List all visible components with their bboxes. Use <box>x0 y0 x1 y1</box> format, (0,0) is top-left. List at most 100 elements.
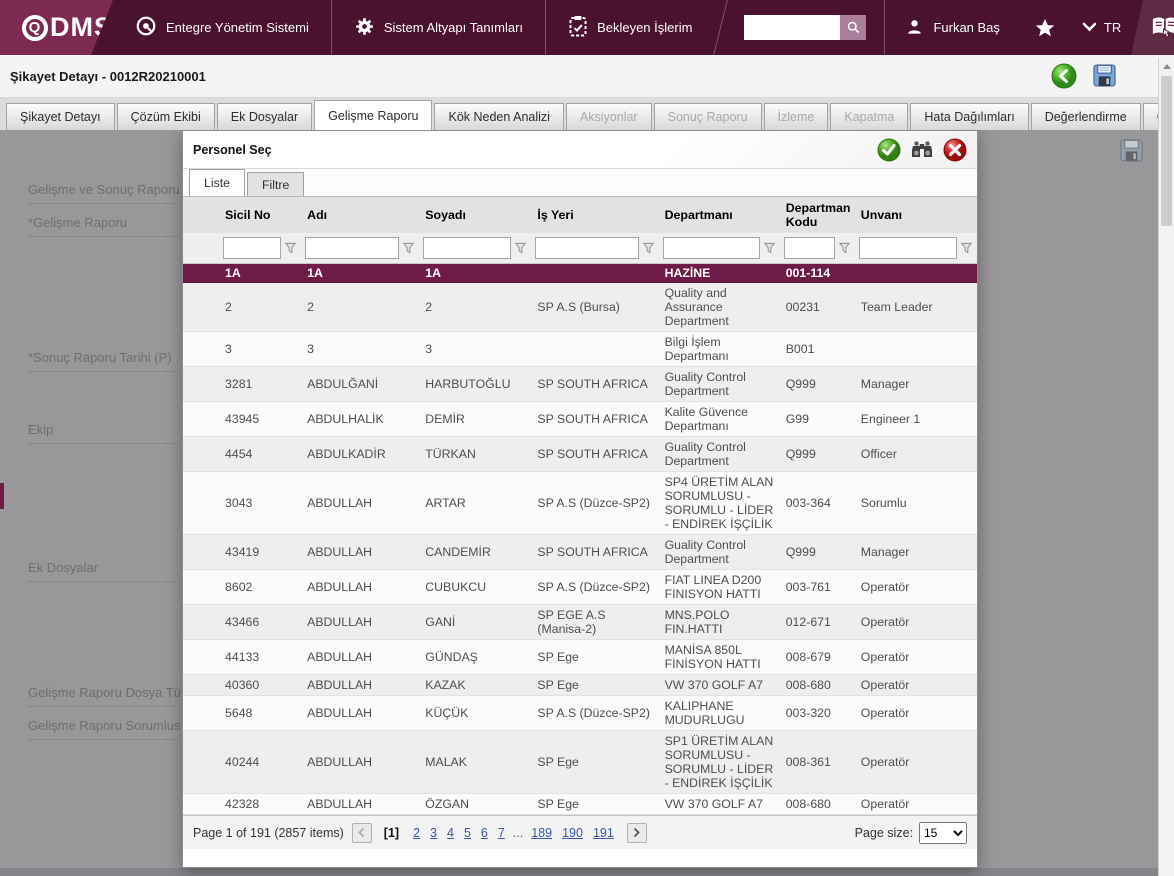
tab-de-erlendirme[interactable]: Değerlendirme <box>1030 103 1141 130</box>
filter-funnel-icon[interactable] <box>763 241 776 255</box>
filter-input-i-yeri[interactable] <box>535 237 639 259</box>
help-book-button[interactable] <box>1131 0 1174 55</box>
column-header-sicil-no[interactable]: Sicil No <box>219 197 302 233</box>
column-header-unvan[interactable]: Unvanı <box>854 197 977 233</box>
column-header-departman-kodu[interactable]: Departman Kodu <box>779 197 855 233</box>
indent-cell <box>183 604 220 640</box>
table-row[interactable]: 43945 ABDULHALİK DEMİR SP SOUTH AFRICA Kalit… <box>183 401 977 437</box>
dialog-tab-bar: Liste Filtre <box>183 169 977 197</box>
pager-page-3[interactable]: 3 <box>430 826 437 840</box>
pager-page-7[interactable]: 7 <box>498 826 505 840</box>
table-cell: SP A.S (Düzce-SP2) <box>531 569 659 605</box>
nav-item-bekleyen-islerim[interactable]: Bekleyen İşlerim <box>546 0 714 55</box>
filter-input-ad[interactable] <box>305 237 400 259</box>
pager-page-2[interactable]: 2 <box>413 826 420 840</box>
back-button[interactable] <box>1051 63 1077 89</box>
table-row[interactable]: 3 3 3 Bilgi İşlem Departmanı B001 <box>183 331 977 367</box>
pager-page-190[interactable]: 190 <box>562 826 583 840</box>
tab-ek-dosyalar[interactable]: Ek Dosyalar <box>216 103 313 130</box>
table-cell: VW 370 GOLF A7 <box>658 674 780 696</box>
table-row[interactable]: 4454 ABDULKADİR TÜRKAN SP SOUTH AFRICA Guali… <box>183 436 977 472</box>
table-cell: 2 <box>301 282 420 332</box>
language-selector[interactable]: TR <box>1070 20 1133 35</box>
table-cell: 1A <box>219 263 302 283</box>
filter-input-soyad[interactable] <box>423 237 512 259</box>
column-header-soyad[interactable]: Soyadı <box>419 197 532 233</box>
table-row[interactable]: 43419 ABDULLAH CANDEMİR SP SOUTH AFRICA Gual… <box>183 534 977 570</box>
table-row[interactable]: 8602 ABDULLAH CUBUKCU SP A.S (Düzce-SP2) FIA… <box>183 569 977 605</box>
table-cell: 43419 <box>219 534 302 570</box>
vertical-scrollbar[interactable] <box>1158 58 1174 876</box>
table-row[interactable]: 5648 ABDULLAH KÜÇÜK SP A.S (Düzce-SP2) KALIP… <box>183 695 977 731</box>
search-icon[interactable] <box>840 15 867 40</box>
tab-k-k-neden-analizi[interactable]: Kök Neden Analizi <box>434 103 564 130</box>
indent-cell <box>183 263 220 283</box>
filter-funnel-icon[interactable] <box>514 241 527 255</box>
table-row[interactable]: 2 2 2 SP A.S (Bursa) Quality and Assurance D… <box>183 282 977 332</box>
filter-funnel-icon[interactable] <box>642 241 655 255</box>
close-icon[interactable] <box>943 138 967 162</box>
table-cell: G99 <box>779 401 855 437</box>
filter-input-departman-kodu[interactable] <box>783 237 835 259</box>
filter-input-departman[interactable] <box>662 237 760 259</box>
filter-input-unvan[interactable] <box>858 237 957 259</box>
tab-hata-da-l-mlar[interactable]: Hata Dağılımları <box>910 103 1029 130</box>
pager-prev-button[interactable] <box>351 822 372 843</box>
pager-page-5[interactable]: 5 <box>464 826 471 840</box>
pager-next-button[interactable] <box>626 822 647 843</box>
pager-page-4[interactable]: 4 <box>447 826 454 840</box>
column-header-i-yeri[interactable]: İş Yeri <box>531 197 659 233</box>
favorites-star-icon[interactable] <box>1020 0 1070 55</box>
user-menu[interactable]: Furkan Baş <box>884 0 1019 55</box>
column-header-departman[interactable]: Departmanı <box>658 197 780 233</box>
nav-item-sistem-altyapi-tanimlari[interactable]: Sistem Altyapı Tanımları <box>332 0 547 55</box>
pager-page-189[interactable]: 189 <box>531 826 552 840</box>
save-icon[interactable] <box>1092 63 1118 89</box>
pager-page-6[interactable]: 6 <box>481 826 488 840</box>
table-cell: 3 <box>219 331 302 367</box>
pager-page-191[interactable]: 191 <box>593 826 614 840</box>
filter-input-sicil-no[interactable] <box>223 237 282 259</box>
indent-cell <box>183 282 220 332</box>
search-input[interactable] <box>744 15 841 40</box>
user-name: Furkan Baş <box>933 20 1000 35</box>
table-cell: FIAT LINEA D200 FINISYON HATTI <box>658 569 780 605</box>
filter-funnel-icon[interactable] <box>838 241 851 255</box>
table-cell: 40244 <box>219 730 302 794</box>
column-header-ad[interactable]: Adı <box>301 197 420 233</box>
scrollbar-thumb[interactable] <box>1161 76 1172 226</box>
table-row[interactable]: 43466 ABDULLAH GANİ SP EGE A.S (Manisa-2) MN… <box>183 604 977 640</box>
filter-funnel-icon[interactable] <box>960 241 973 255</box>
table-row[interactable]: 3043 ABDULLAH ARTAR SP A.S (Düzce-SP2) SP4 Ü… <box>183 471 977 535</box>
nav-item-label: Bekleyen İşlerim <box>597 20 693 35</box>
user-icon <box>905 17 924 39</box>
chevron-down-icon <box>1082 20 1097 35</box>
tab-geli-me-raporu[interactable]: Gelişme Raporu <box>314 100 433 130</box>
table-row[interactable]: 40244 ABDULLAH MALAK SP Ege SP1 ÜRETİM ALAN … <box>183 730 977 794</box>
indent-cell <box>183 471 220 535</box>
tab-z-m-ekibi[interactable]: Çözüm Ekibi <box>116 103 215 130</box>
table-cell: 3043 <box>219 471 302 535</box>
filter-funnel-icon[interactable] <box>284 241 297 255</box>
tab-filtre[interactable]: Filtre <box>246 172 305 196</box>
table-cell: ABDULKADİR <box>301 436 420 472</box>
table-row[interactable]: 44133 ABDULLAH GÜNDAŞ SP Ege MANİSA 850L FİN… <box>183 639 977 675</box>
table-row[interactable]: 40360 ABDULLAH KAZAK SP Ege VW 370 GOLF A7 00… <box>183 674 977 696</box>
language-code: TR <box>1103 20 1122 35</box>
filter-funnel-icon[interactable] <box>402 241 415 255</box>
scrollbar-up-arrow-icon[interactable] <box>1159 58 1174 74</box>
qdms-logo[interactable]: Q DMS <box>0 0 113 55</box>
tab-liste[interactable]: Liste <box>189 169 245 196</box>
nav-item-entegre-yonetim-sistemi[interactable]: Entegre Yönetim Sistemi <box>113 0 332 55</box>
table-cell: SP4 ÜRETİM ALAN SORUMLUSU - SORUMLU - Lİ… <box>658 471 780 535</box>
table-row[interactable]: 3281 ABDULĞANİ HARBUTOĞLU SP SOUTH AFRICA Gu… <box>183 366 977 402</box>
page-size-select[interactable]: 15 <box>919 821 967 844</box>
confirm-check-icon[interactable] <box>877 138 901 162</box>
table-cell: MNS.POLO FIN.HATTI <box>658 604 780 640</box>
table-row[interactable]: 42328 ABDULLAH ÖZGAN SP Ege VW 370 GOLF A7 00… <box>183 793 977 815</box>
tab-ikayet-detay[interactable]: Şikayet Detayı <box>6 103 115 130</box>
binoculars-search-icon[interactable] <box>910 138 934 162</box>
table-row[interactable]: 1A 1A 1A HAZİNE 001-114 <box>183 263 977 283</box>
indent-cell <box>183 793 220 815</box>
nav-item-label: Entegre Yönetim Sistemi <box>166 20 309 35</box>
